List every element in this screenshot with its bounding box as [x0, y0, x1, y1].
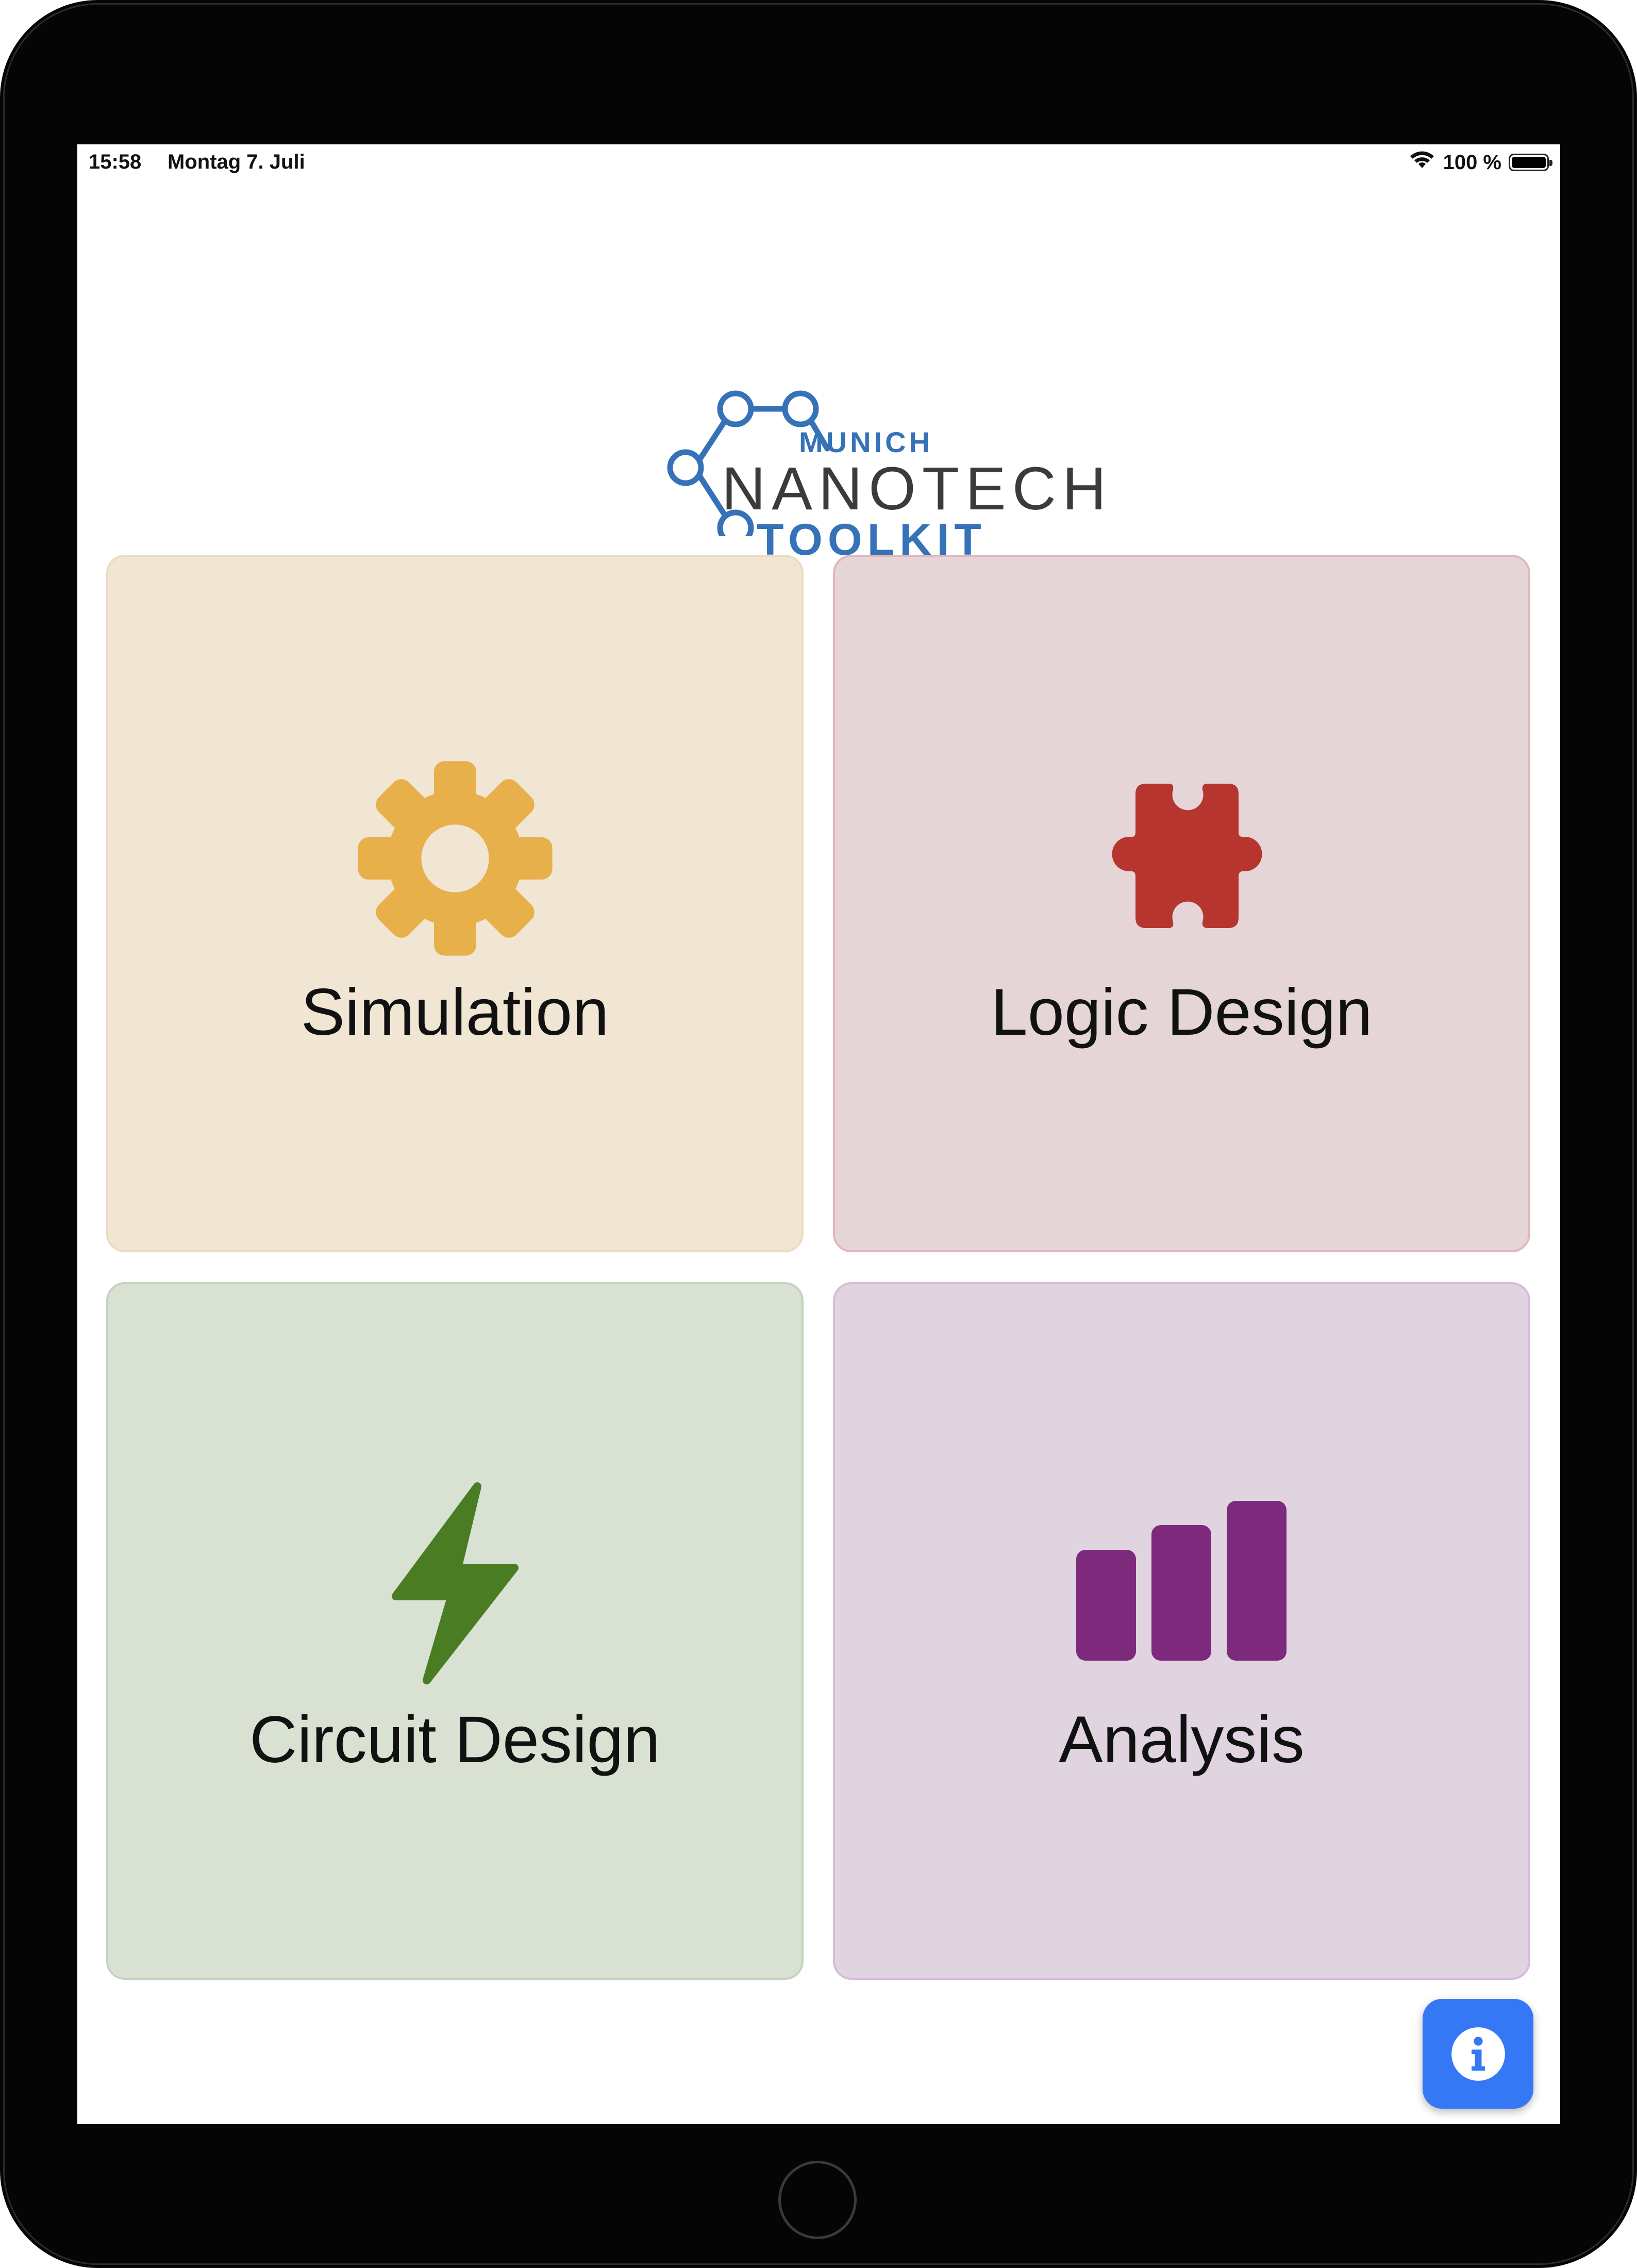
puzzle-piece-icon [1079, 784, 1285, 931]
status-time: 15:58 [89, 151, 142, 173]
info-button[interactable] [1423, 1999, 1533, 2109]
home-button[interactable] [778, 2161, 857, 2239]
tile-analysis[interactable]: Analysis [833, 1282, 1530, 1980]
status-bar: 15:58 Montag 7. Juli 100 % [77, 144, 1560, 180]
battery-percent: 100 % [1443, 151, 1501, 174]
tile-label-analysis: Analysis [1059, 1703, 1305, 1777]
status-indicators: 100 % [1408, 150, 1552, 175]
tile-simulation[interactable]: Simulation [106, 555, 804, 1252]
tile-label-circuit-design: Circuit Design [249, 1703, 660, 1777]
tile-circuit-design[interactable]: Circuit Design [106, 1282, 804, 1980]
tile-label-logic-design: Logic Design [991, 975, 1373, 1049]
app-screen: 15:58 Montag 7. Juli 100 % MUNICH NANOTE… [77, 144, 1560, 2124]
wifi-icon [1408, 150, 1436, 175]
tile-label-simulation: Simulation [300, 975, 609, 1049]
tablet-device-frame: 15:58 Montag 7. Juli 100 % MUNICH NANOTE… [0, 0, 1637, 2268]
gear-icon [349, 753, 561, 967]
battery-fill [1512, 157, 1546, 168]
bar-chart-icon [1076, 1501, 1288, 1663]
battery-cap [1549, 160, 1552, 166]
lightning-bolt-icon [391, 1480, 520, 1689]
battery-icon [1509, 154, 1552, 171]
status-date: Montag 7. Juli [168, 151, 305, 173]
tile-logic-design[interactable]: Logic Design [833, 555, 1530, 1252]
app-logo: MUNICH NANOTECH TOOLKIT [572, 258, 1139, 565]
logo-text-nanotech: NANOTECH [722, 455, 1113, 523]
